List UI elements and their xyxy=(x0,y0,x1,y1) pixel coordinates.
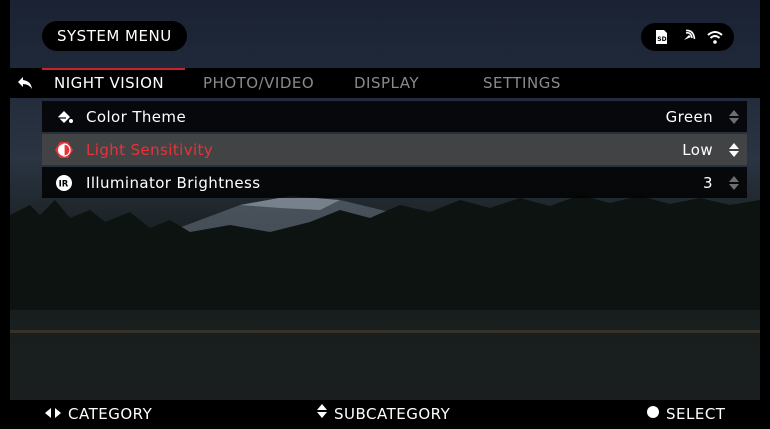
hint-subcategory-label: SUBCATEGORY xyxy=(334,405,451,423)
ir-icon: IR xyxy=(42,174,86,192)
back-arrow-icon[interactable] xyxy=(10,68,40,98)
svg-text:IR: IR xyxy=(59,179,69,189)
menu-list: Color Theme Green Light Sensitivity Low … xyxy=(42,101,747,200)
wifi-icon xyxy=(706,29,723,45)
light-sensitivity-icon xyxy=(42,140,86,160)
menu-row-illuminator-brightness[interactable]: IR Illuminator Brightness 3 xyxy=(42,167,747,198)
light-sensitivity-value: Low xyxy=(682,140,713,159)
light-sensitivity-label: Light Sensitivity xyxy=(86,140,214,159)
up-down-arrows-icon xyxy=(316,400,328,429)
status-bar: SD xyxy=(641,23,734,51)
left-right-arrows-icon xyxy=(44,400,62,429)
top-bar: SYSTEM MENU SD xyxy=(0,0,770,68)
updown-arrows-icon[interactable] xyxy=(721,142,747,158)
gps-icon xyxy=(680,29,696,45)
sd-card-icon: SD xyxy=(653,29,669,45)
tab-settings[interactable]: SETTINGS xyxy=(483,68,561,98)
color-theme-label: Color Theme xyxy=(86,107,187,126)
tab-night-vision[interactable]: NIGHT VISION xyxy=(42,68,185,98)
control-hints-bar: CATEGORY SUBCATEGORY SELECT xyxy=(0,400,770,429)
illuminator-brightness-label: Illuminator Brightness xyxy=(86,173,261,192)
menu-row-light-sensitivity[interactable]: Light Sensitivity Low xyxy=(42,134,747,165)
updown-arrows-icon[interactable] xyxy=(721,109,747,125)
hint-subcategory: SUBCATEGORY xyxy=(316,400,450,429)
tab-photo-video[interactable]: PHOTO/VIDEO xyxy=(203,68,314,98)
hint-category-label: CATEGORY xyxy=(68,405,153,423)
updown-arrows-icon[interactable] xyxy=(721,175,747,191)
illuminator-brightness-value: 3 xyxy=(703,173,713,192)
hint-select: SELECT xyxy=(646,400,725,429)
hint-select-label: SELECT xyxy=(666,405,726,423)
category-tabs: NIGHT VISION PHOTO/VIDEO DISPLAY SETTING… xyxy=(10,68,760,98)
color-theme-value: Green xyxy=(665,107,713,126)
device-screen: SYSTEM MENU SD NIGHT VISION PHOTO/VIDEO … xyxy=(0,0,770,429)
hint-category: CATEGORY xyxy=(44,400,152,429)
tab-display[interactable]: DISPLAY xyxy=(354,68,419,98)
dot-icon xyxy=(646,400,660,429)
paint-bucket-icon xyxy=(42,108,86,126)
system-menu-title: SYSTEM MENU xyxy=(42,21,187,51)
menu-row-color-theme[interactable]: Color Theme Green xyxy=(42,101,747,132)
svg-text:SD: SD xyxy=(657,36,666,43)
